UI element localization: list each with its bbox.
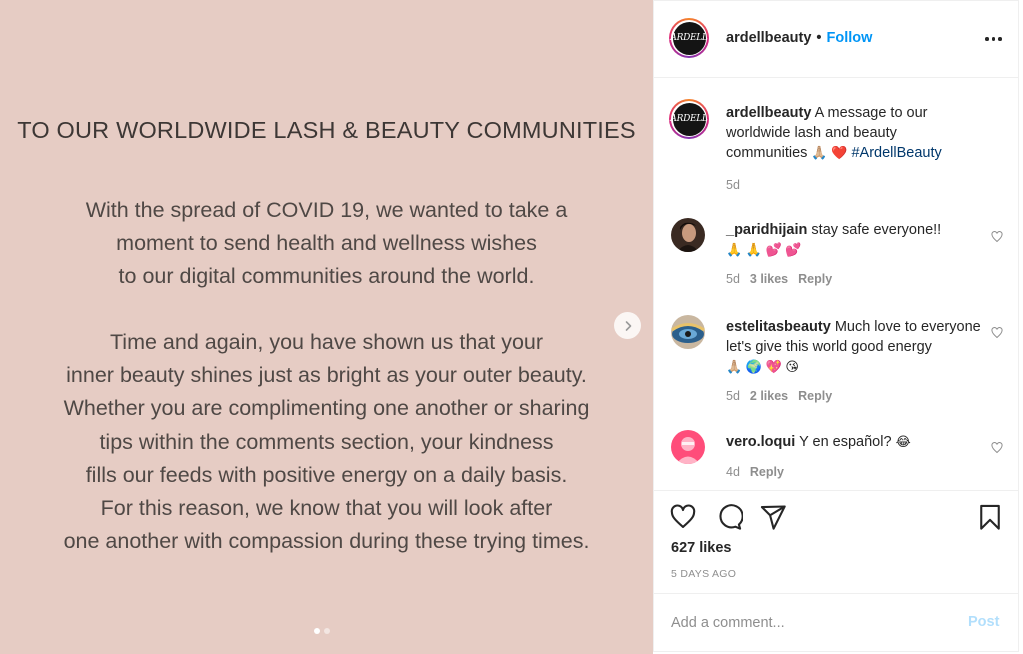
comment-username[interactable]: _paridhijain: [726, 222, 807, 238]
image-text-line: inner beauty shines just as bright as yo…: [66, 363, 587, 388]
image-text-line: moment to send health and wellness wishe…: [116, 231, 537, 256]
comment-likes[interactable]: 3 likes: [750, 272, 788, 286]
avatar[interactable]: [671, 315, 705, 349]
post-side-panel: ARDELL ardellbeauty • Follow ARDELL ardell…: [653, 0, 1019, 652]
profile-photo-icon: [671, 315, 705, 349]
carousel-next-button[interactable]: [614, 312, 641, 339]
comment-username[interactable]: vero.loqui: [726, 434, 795, 450]
add-comment-bar: Post: [654, 593, 1018, 651]
header-separator: •: [816, 30, 822, 46]
comment-time[interactable]: 4d: [726, 465, 740, 479]
like-comment-heart-icon[interactable]: [991, 442, 1003, 454]
avatar[interactable]: [671, 430, 705, 464]
comment-emojis: 😂: [895, 434, 911, 449]
comment-likes[interactable]: 2 likes: [750, 389, 788, 403]
reply-button[interactable]: Reply: [798, 389, 832, 403]
bookmark-icon[interactable]: [976, 503, 1004, 531]
image-text-line: tips within the comments section, your k…: [99, 429, 554, 454]
image-text-line: With the spread of COVID 19, we wanted t…: [85, 198, 568, 222]
caption-emojis: 🙏🏼 ❤️: [811, 145, 848, 160]
comment-message: stay safe everyone!!: [811, 222, 942, 238]
comment-text: _paridhijain stay safe everyone!! 🙏 🙏 💕 …: [726, 220, 976, 260]
profile-photo-icon: [671, 218, 705, 252]
reply-button[interactable]: Reply: [750, 465, 784, 479]
more-options-icon[interactable]: [985, 37, 1002, 41]
reply-button[interactable]: Reply: [798, 272, 832, 286]
image-paragraph-2: Time and again, you have shown us that y…: [0, 326, 653, 558]
ardell-logo: ARDELL: [670, 21, 708, 55]
comment-meta: 5d 3 likes Reply: [726, 272, 832, 286]
profile-photo-icon: [671, 430, 705, 464]
like-comment-heart-icon[interactable]: [991, 231, 1003, 243]
post-timestamp[interactable]: 5 DAYS AGO: [671, 568, 736, 580]
comment-time[interactable]: 5d: [726, 272, 740, 286]
comment-meta: 5d 2 likes Reply: [726, 389, 832, 403]
heart-icon[interactable]: [669, 503, 697, 531]
ardell-logo: ARDELL: [670, 102, 708, 136]
caption-avatar[interactable]: ARDELL: [669, 99, 709, 139]
post-button[interactable]: Post: [968, 614, 999, 630]
comment-text: estelitasbeauty Much love to everyone le…: [726, 317, 984, 377]
avatar[interactable]: ARDELL: [669, 18, 709, 58]
comments-section: ARDELL ardellbeauty A message to our wor…: [654, 78, 1018, 490]
image-text-line: Whether you are complimenting one anothe…: [63, 396, 590, 421]
carousel-dot-active: [314, 628, 320, 634]
instagram-post: TO OUR WORLDWIDE LASH & BEAUTY COMMUNITI…: [0, 0, 1023, 654]
avatar[interactable]: [671, 218, 705, 252]
image-text-line: Time and again, you have shown us that y…: [109, 330, 544, 354]
carousel-indicator: [314, 628, 330, 634]
carousel-dot: [324, 628, 330, 634]
header-username[interactable]: ardellbeauty: [726, 30, 811, 46]
comment-emojis: 🙏🏼 🌍 💖 😘: [726, 359, 799, 374]
share-icon[interactable]: [759, 503, 787, 531]
comment-text: vero.loqui Y en español? 😂: [726, 432, 976, 452]
post-image[interactable]: TO OUR WORLDWIDE LASH & BEAUTY COMMUNITI…: [0, 0, 653, 654]
post-actions: 627 likes 5 DAYS AGO: [654, 490, 1018, 593]
comment-username[interactable]: estelitasbeauty: [726, 319, 831, 335]
like-count[interactable]: 627 likes: [671, 540, 731, 556]
hashtag-link[interactable]: #ArdellBeauty: [851, 145, 941, 161]
caption-username[interactable]: ardellbeauty: [726, 105, 811, 121]
comment-time[interactable]: 5d: [726, 389, 740, 403]
like-comment-heart-icon[interactable]: [991, 327, 1003, 339]
comment-meta: 4d Reply: [726, 465, 784, 479]
image-text-line: For this reason, we know that you will l…: [100, 496, 553, 521]
comment-icon[interactable]: [715, 503, 743, 531]
post-header: ARDELL ardellbeauty • Follow: [654, 1, 1018, 78]
chevron-right-icon: [625, 320, 631, 331]
caption-text: ardellbeauty A message to our worldwide …: [726, 103, 981, 163]
comment-input[interactable]: [671, 612, 951, 634]
comment-message: Y en español?: [799, 434, 892, 450]
caption-meta: 5d: [726, 178, 740, 192]
image-text-line: to our digital communities around the wo…: [118, 264, 535, 289]
image-text-line: one another with compassion during these…: [63, 529, 590, 554]
caption-time[interactable]: 5d: [726, 178, 740, 192]
comment-emojis: 🙏 🙏 💕 💕: [726, 242, 802, 257]
follow-button[interactable]: Follow: [827, 30, 873, 46]
image-text-line: fills our feeds with positive energy on …: [85, 462, 568, 487]
image-paragraph-1: With the spread of COVID 19, we wanted t…: [0, 194, 653, 294]
image-headline: TO OUR WORLDWIDE LASH & BEAUTY COMMUNITI…: [17, 117, 636, 143]
